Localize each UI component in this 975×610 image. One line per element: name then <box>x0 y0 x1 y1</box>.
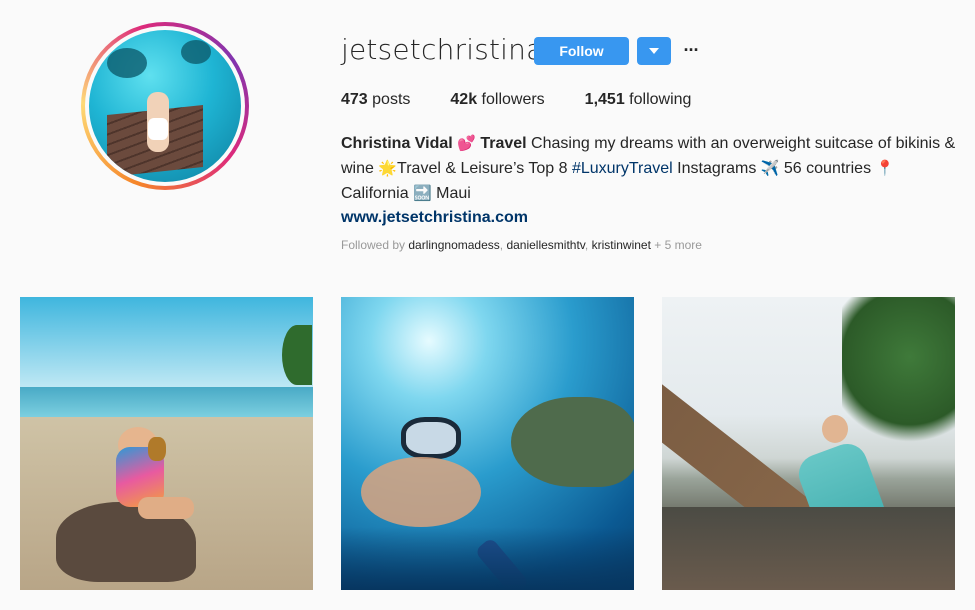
chevron-down-icon <box>649 48 659 54</box>
followers-label: followers <box>477 91 545 108</box>
following-label: following <box>624 91 692 108</box>
username: jetsetchristina <box>341 33 544 66</box>
followed-by-prefix: Followed by <box>341 238 409 252</box>
posts-count: 473 posts <box>341 91 410 109</box>
avatar-rock <box>181 40 211 64</box>
followed-by-user[interactable]: kristinwinet <box>592 238 651 252</box>
hashtag-link[interactable]: #LuxuryTravel <box>572 160 673 177</box>
post-person-head <box>822 415 848 443</box>
bio-text: California <box>341 185 414 202</box>
following-number: 1,451 <box>584 91 625 108</box>
followed-by-user[interactable]: darlingnomadess <box>408 238 499 252</box>
pin-icon: 📍 <box>875 159 895 177</box>
post-thumbnail[interactable] <box>341 297 634 590</box>
post-mask <box>401 417 461 459</box>
post-snorkeler <box>361 457 481 527</box>
post-thumbnail[interactable] <box>20 297 313 590</box>
post-deep-water <box>341 527 634 590</box>
bio-text: Maui <box>431 185 471 202</box>
posts-number: 473 <box>341 91 368 108</box>
suggested-dropdown-button[interactable] <box>637 37 671 65</box>
avatar-rock <box>107 48 147 78</box>
bio-text: 56 countries <box>779 160 876 177</box>
profile-bio: Christina Vidal 💕 Travel Chasing my drea… <box>341 131 961 230</box>
website-link[interactable]: www.jetsetchristina.com <box>341 206 961 230</box>
airplane-icon: ✈️ <box>760 159 780 177</box>
post-palm-leaves <box>842 297 955 447</box>
post-sky <box>20 297 313 387</box>
profile-stats: 473 posts 42k followers 1,451 following <box>341 91 731 109</box>
heart-icon: 💕 <box>457 134 476 152</box>
post-turtle <box>511 397 634 487</box>
avatar-image <box>89 30 241 182</box>
full-name-text: Christina Vidal <box>341 135 453 152</box>
followed-by-more[interactable]: + 5 more <box>651 238 702 252</box>
post-sea <box>20 387 313 417</box>
following-link[interactable]: 1,451 following <box>585 91 692 109</box>
more-options-button[interactable]: ··· <box>681 40 701 60</box>
followers-link[interactable]: 42k followers <box>450 91 544 109</box>
followed-by-user[interactable]: daniellesmithtv <box>506 238 584 252</box>
bio-title: Travel <box>480 135 527 152</box>
posts-label: posts <box>367 91 411 108</box>
follow-button[interactable]: Follow <box>534 37 629 65</box>
bio-text: Travel & Leisure’s Top 8 <box>397 160 572 177</box>
post-legs <box>138 497 194 519</box>
avatar-swimsuit <box>148 118 168 140</box>
followed-by[interactable]: Followed by darlingnomadess, daniellesmi… <box>341 238 702 252</box>
bio-text: Instagrams <box>672 160 761 177</box>
full-name: Christina Vidal 💕 Travel <box>341 134 527 152</box>
soon-arrow-icon: 🔜 <box>413 184 432 202</box>
post-palm <box>282 325 312 385</box>
avatar-border <box>85 26 245 186</box>
post-thumbnail[interactable] <box>662 297 955 590</box>
followers-number: 42k <box>450 91 478 108</box>
post-shore-rocks <box>662 507 955 590</box>
post-pineapple <box>148 437 166 461</box>
star-icon: 🌟 <box>378 159 398 177</box>
profile-avatar[interactable] <box>81 22 249 190</box>
